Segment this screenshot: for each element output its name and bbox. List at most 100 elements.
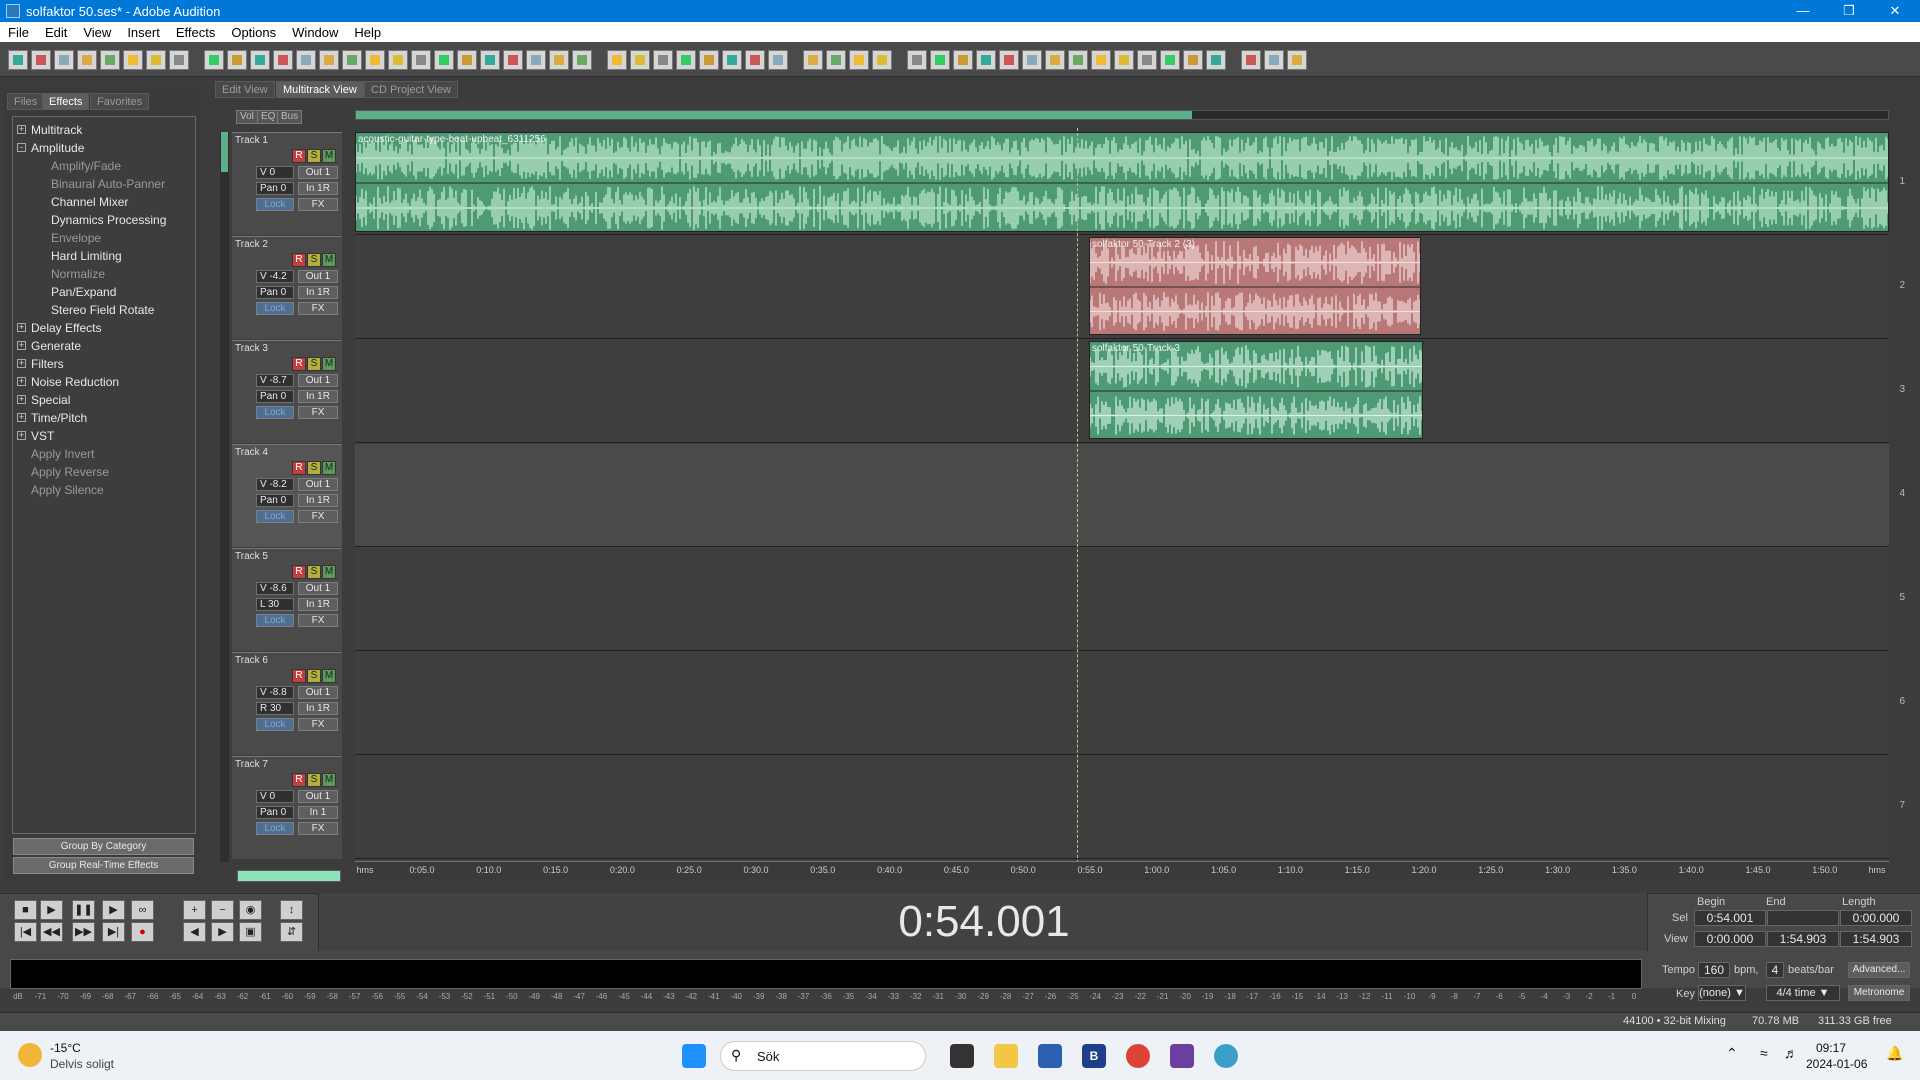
mute-button[interactable]: M	[322, 461, 336, 475]
group-by-category-button[interactable]: Group By Category	[13, 838, 194, 855]
wifi-icon[interactable]: ≈	[1760, 1045, 1768, 1061]
tree-item[interactable]: Stereo Field Rotate	[51, 301, 154, 319]
track-header[interactable]: Track 5 RSM V -8.6 Out 1 L 30 In 1R Lock FX	[232, 548, 342, 651]
toolbar-button-4[interactable]	[77, 50, 97, 70]
toolbar-button-1[interactable]	[8, 50, 28, 70]
toolbar-button-3[interactable]	[54, 50, 74, 70]
key-select[interactable]: (none) ▼	[1698, 985, 1746, 1001]
toolbar-button-13[interactable]	[296, 50, 316, 70]
tree-item[interactable]: Dynamics Processing	[51, 211, 166, 229]
toolbar-button-54[interactable]	[1287, 50, 1307, 70]
mute-button[interactable]: M	[322, 149, 336, 163]
tree-item[interactable]: Noise Reduction	[31, 373, 119, 391]
output-button[interactable]: Out 1	[298, 478, 338, 491]
zoom-out-horizontal-icon[interactable]: −	[211, 900, 234, 920]
expand-icon[interactable]: +	[17, 323, 26, 332]
sel-begin-field[interactable]: 0:54.001	[1694, 910, 1766, 926]
track-header[interactable]: Track 4 RSM V -8.2 Out 1 Pan 0 In 1R Lock FX	[232, 444, 342, 547]
zoom-in-vertical-icon[interactable]: ↕	[280, 900, 303, 920]
tree-item[interactable]: Amplify/Fade	[51, 157, 121, 175]
solo-button[interactable]: S	[307, 357, 321, 371]
mute-button[interactable]: M	[322, 669, 336, 683]
toolbar-button-15[interactable]	[342, 50, 362, 70]
sel-end-field[interactable]	[1767, 910, 1839, 926]
input-button[interactable]: In 1R	[298, 494, 338, 507]
tree-item[interactable]: Normalize	[51, 265, 105, 283]
time-signature-select[interactable]: 4/4 time ▼	[1766, 985, 1840, 1001]
weather-temp[interactable]: -15°C	[50, 1041, 81, 1055]
toolbar-button-14[interactable]	[319, 50, 339, 70]
beats-field[interactable]: 4	[1766, 962, 1784, 978]
tab-effects[interactable]: Effects	[42, 93, 90, 110]
time-ruler[interactable]: hms 0:05.0 0:10.0 0:15.0 0:20.0 0:25.0 0:30.0 0…	[355, 861, 1889, 879]
record-arm-button[interactable]: R	[292, 565, 306, 579]
go-to-end-button[interactable]: ▶|	[102, 922, 125, 942]
pan-field[interactable]: R 30	[256, 702, 294, 715]
zoom-selection-icon[interactable]: ▣	[239, 922, 262, 942]
app-icon-teal[interactable]	[1214, 1044, 1238, 1068]
fx-button[interactable]: FX	[298, 718, 338, 731]
toolbar-button-35[interactable]	[826, 50, 846, 70]
tree-item[interactable]: Delay Effects	[31, 319, 101, 337]
output-button[interactable]: Out 1	[298, 166, 338, 179]
zoom-right-icon[interactable]: ▶	[211, 922, 234, 942]
lock-button[interactable]: Lock	[256, 614, 294, 627]
session-overview[interactable]	[355, 110, 1889, 120]
toolbar-button-49[interactable]	[1160, 50, 1180, 70]
tree-item[interactable]: Binaural Auto-Panner	[51, 175, 165, 193]
toolbar-button-26[interactable]	[607, 50, 627, 70]
toolbar-button-36[interactable]	[849, 50, 869, 70]
advanced-button[interactable]: Advanced...	[1848, 962, 1910, 978]
tree-item[interactable]: Apply Invert	[31, 445, 94, 463]
toolbar-button-52[interactable]	[1241, 50, 1261, 70]
record-arm-button[interactable]: R	[292, 461, 306, 475]
track-header[interactable]: Track 2 RSM V -4.2 Out 1 Pan 0 In 1R Lock FX	[232, 236, 342, 339]
pan-field[interactable]: Pan 0	[256, 806, 294, 819]
notification-icon[interactable]: 🔔	[1886, 1045, 1903, 1062]
input-button[interactable]: In 1R	[298, 182, 338, 195]
solo-button[interactable]: S	[307, 669, 321, 683]
tree-item[interactable]: Special	[31, 391, 70, 409]
tree-item[interactable]: Apply Silence	[31, 481, 104, 499]
pan-field[interactable]: Pan 0	[256, 286, 294, 299]
menu-edit[interactable]: Edit	[37, 25, 75, 40]
tab-bus[interactable]: Bus	[277, 110, 303, 124]
toolbar-button-25[interactable]	[572, 50, 592, 70]
output-button[interactable]: Out 1	[298, 270, 338, 283]
toolbar-button-48[interactable]	[1137, 50, 1157, 70]
lock-button[interactable]: Lock	[256, 822, 294, 835]
mute-button[interactable]: M	[322, 565, 336, 579]
volume-icon[interactable]: ♬	[1784, 1045, 1798, 1061]
toolbar-button-2[interactable]	[31, 50, 51, 70]
volume-field[interactable]: V -8.2	[256, 478, 294, 491]
tree-item[interactable]: Pan/Expand	[51, 283, 116, 301]
play-button[interactable]: ▶	[40, 900, 63, 920]
tree-item[interactable]: Envelope	[51, 229, 101, 247]
collapse-icon[interactable]: -	[17, 143, 26, 152]
chevron-up-icon[interactable]: ⌃	[1726, 1045, 1738, 1062]
toolbar-button-7[interactable]	[146, 50, 166, 70]
toolbar-button-46[interactable]	[1091, 50, 1111, 70]
tree-item[interactable]: Apply Reverse	[31, 463, 109, 481]
close-button[interactable]: ✕	[1872, 0, 1918, 22]
tab-multitrack-view[interactable]: Multitrack View	[276, 81, 364, 98]
output-button[interactable]: Out 1	[298, 686, 338, 699]
loop-button[interactable]: ∞	[131, 900, 154, 920]
toolbar-button-12[interactable]	[273, 50, 293, 70]
solo-button[interactable]: S	[307, 253, 321, 267]
menu-options[interactable]: Options	[223, 25, 284, 40]
menu-file[interactable]: File	[0, 25, 37, 40]
toolbar-button-27[interactable]	[630, 50, 650, 70]
input-button[interactable]: In 1R	[298, 598, 338, 611]
toolbar-button-41[interactable]	[976, 50, 996, 70]
record-arm-button[interactable]: R	[292, 773, 306, 787]
play-to-end-button[interactable]: ▶	[102, 900, 125, 920]
tab-favorites[interactable]: Favorites	[90, 93, 150, 110]
track-lane[interactable]: 6	[355, 652, 1905, 755]
task-view-icon[interactable]	[950, 1044, 974, 1068]
fx-button[interactable]: FX	[298, 822, 338, 835]
input-button[interactable]: In 1R	[298, 286, 338, 299]
toolbar-button-47[interactable]	[1114, 50, 1134, 70]
toolbar-button-22[interactable]	[503, 50, 523, 70]
toolbar-button-50[interactable]	[1183, 50, 1203, 70]
